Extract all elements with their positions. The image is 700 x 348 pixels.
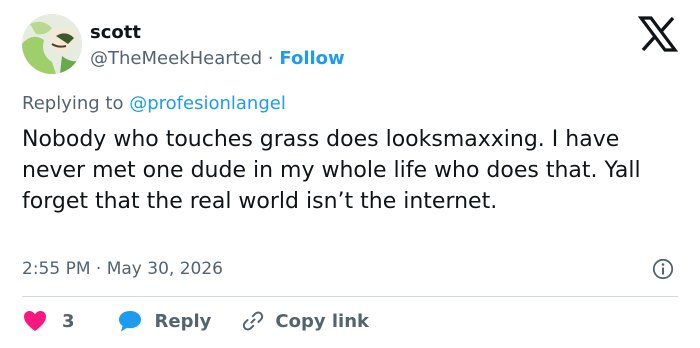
like-count: 3 bbox=[62, 310, 75, 332]
timestamp-separator: · bbox=[95, 259, 102, 279]
copy-link-button[interactable]: Copy link bbox=[241, 309, 369, 333]
link-icon bbox=[243, 311, 264, 331]
author-handle[interactable]: @TheMeekHearted bbox=[90, 48, 262, 69]
reply-mention-link[interactable]: @profesionlangel bbox=[129, 93, 286, 114]
follow-button[interactable]: Follow bbox=[279, 48, 344, 69]
speech-bubble-icon bbox=[118, 311, 141, 332]
x-logo-icon[interactable] bbox=[638, 16, 678, 52]
action-bar: 3 Reply Copy link bbox=[22, 307, 369, 335]
copy-link-label: Copy link bbox=[275, 310, 369, 332]
reply-label: Reply bbox=[154, 310, 212, 332]
like-button[interactable]: 3 bbox=[22, 309, 75, 333]
author-display-name[interactable]: scott bbox=[90, 22, 141, 43]
divider bbox=[22, 296, 678, 297]
info-icon[interactable] bbox=[652, 258, 674, 280]
heart-icon bbox=[24, 311, 46, 331]
tweet-timestamp[interactable]: 2:55 PM · May 30, 2026 bbox=[22, 259, 223, 279]
tweet-text: Nobody who touches grass does looksmaxxi… bbox=[22, 127, 641, 214]
handle-separator: · bbox=[267, 48, 274, 69]
tweet-time[interactable]: 2:55 PM bbox=[22, 259, 91, 279]
reply-prefix: Replying to bbox=[22, 93, 124, 114]
avatar[interactable] bbox=[22, 14, 82, 74]
author-handle-row: @TheMeekHearted · Follow bbox=[90, 48, 345, 69]
avatar-image bbox=[22, 14, 82, 74]
reply-button[interactable]: Reply bbox=[117, 309, 212, 333]
reply-context: Replying to @profesionlangel bbox=[22, 93, 286, 114]
tweet-date[interactable]: May 30, 2026 bbox=[107, 259, 223, 279]
